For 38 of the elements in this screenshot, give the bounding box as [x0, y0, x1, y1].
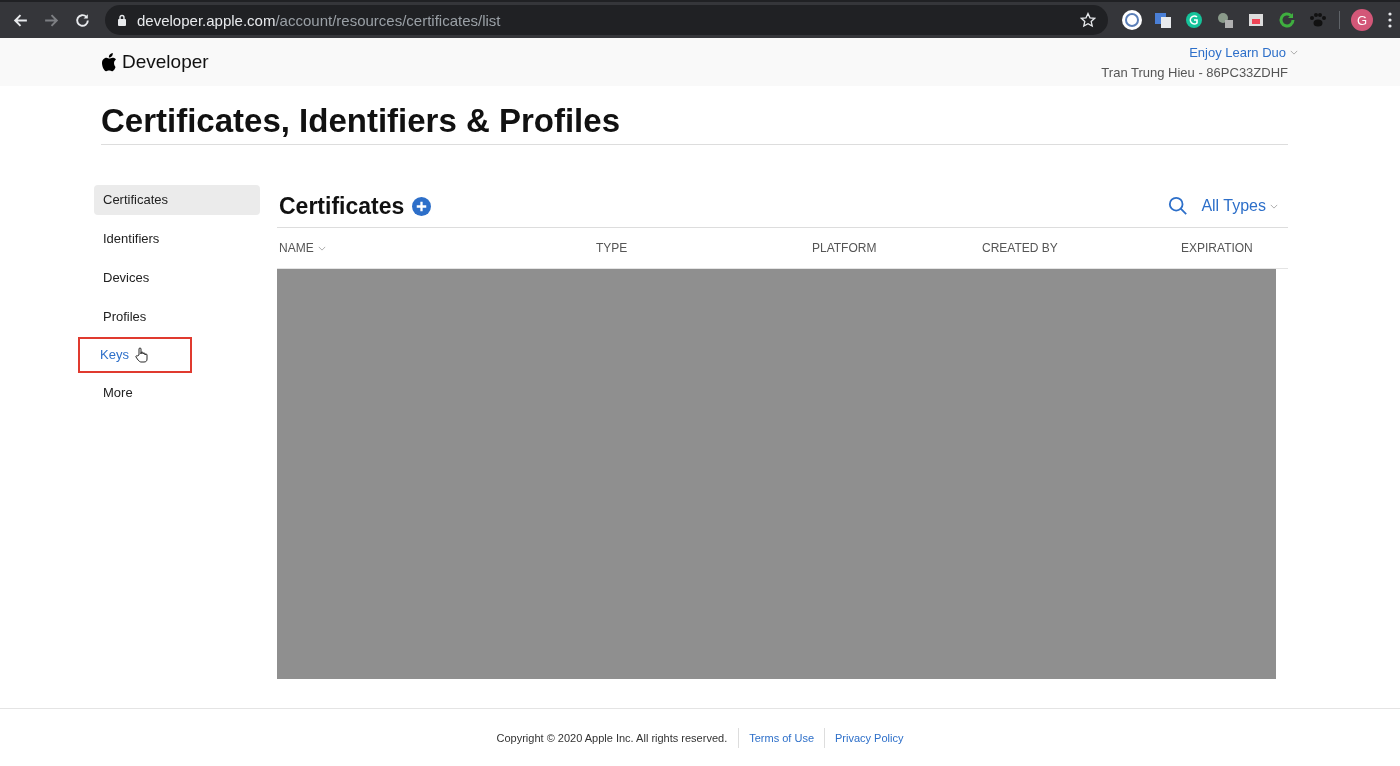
column-header[interactable]: PLATFORM [812, 241, 982, 255]
profile-avatar[interactable]: G [1351, 9, 1373, 31]
copyright-text: Copyright © 2020 Apple Inc. All rights reserved. [496, 731, 729, 744]
lock-icon [117, 14, 127, 26]
footer-link[interactable]: Terms of Use [738, 727, 824, 748]
sidebar-item[interactable]: Identifiers [94, 224, 260, 254]
extension-icon[interactable] [1215, 10, 1235, 30]
star-icon[interactable] [1080, 12, 1096, 28]
grammar-icon[interactable] [1184, 10, 1204, 30]
refresh-icon[interactable] [1277, 10, 1297, 30]
column-header[interactable]: EXPIRATION [1181, 241, 1253, 255]
sidebar-item[interactable]: Keys [78, 337, 192, 373]
chevron-icon [317, 245, 326, 251]
user-team-label: Tran Trung Hieu - 86PC33ZDHF [1101, 64, 1288, 80]
menu-icon[interactable] [1388, 12, 1392, 28]
sidebar-item[interactable]: Certificates [94, 185, 260, 215]
brand-name[interactable]: Developer [122, 51, 209, 73]
page-title: Certificates, Identifiers & Profiles [101, 102, 1288, 145]
add-icon[interactable] [412, 196, 432, 216]
footer-link[interactable]: Privacy Policy [824, 727, 914, 748]
apple-logo-icon [101, 52, 117, 72]
extension-icon[interactable] [1122, 10, 1142, 30]
chevron-icon [1290, 49, 1298, 55]
sidebar-item[interactable]: Profiles [94, 302, 260, 332]
translate-icon[interactable] [1153, 10, 1173, 30]
account-menu[interactable]: Enjoy Learn Duo [1189, 44, 1298, 60]
reload-icon[interactable] [74, 11, 91, 29]
type-filter-dropdown[interactable]: All Types [1201, 197, 1278, 215]
address-bar[interactable]: developer.apple.com/account/resources/certificates/list [105, 5, 1108, 35]
pointer-cursor-icon [134, 347, 149, 363]
column-header[interactable]: NAME [279, 241, 596, 255]
column-header[interactable]: TYPE [596, 241, 812, 255]
section-title: Certificates [279, 192, 405, 220]
sidebar-item[interactable]: Devices [94, 263, 260, 293]
search-icon[interactable] [1168, 196, 1189, 216]
column-header[interactable]: CREATED BY [982, 241, 1181, 255]
sidebar-item[interactable]: More [94, 378, 260, 408]
chevron-icon [1270, 203, 1278, 209]
